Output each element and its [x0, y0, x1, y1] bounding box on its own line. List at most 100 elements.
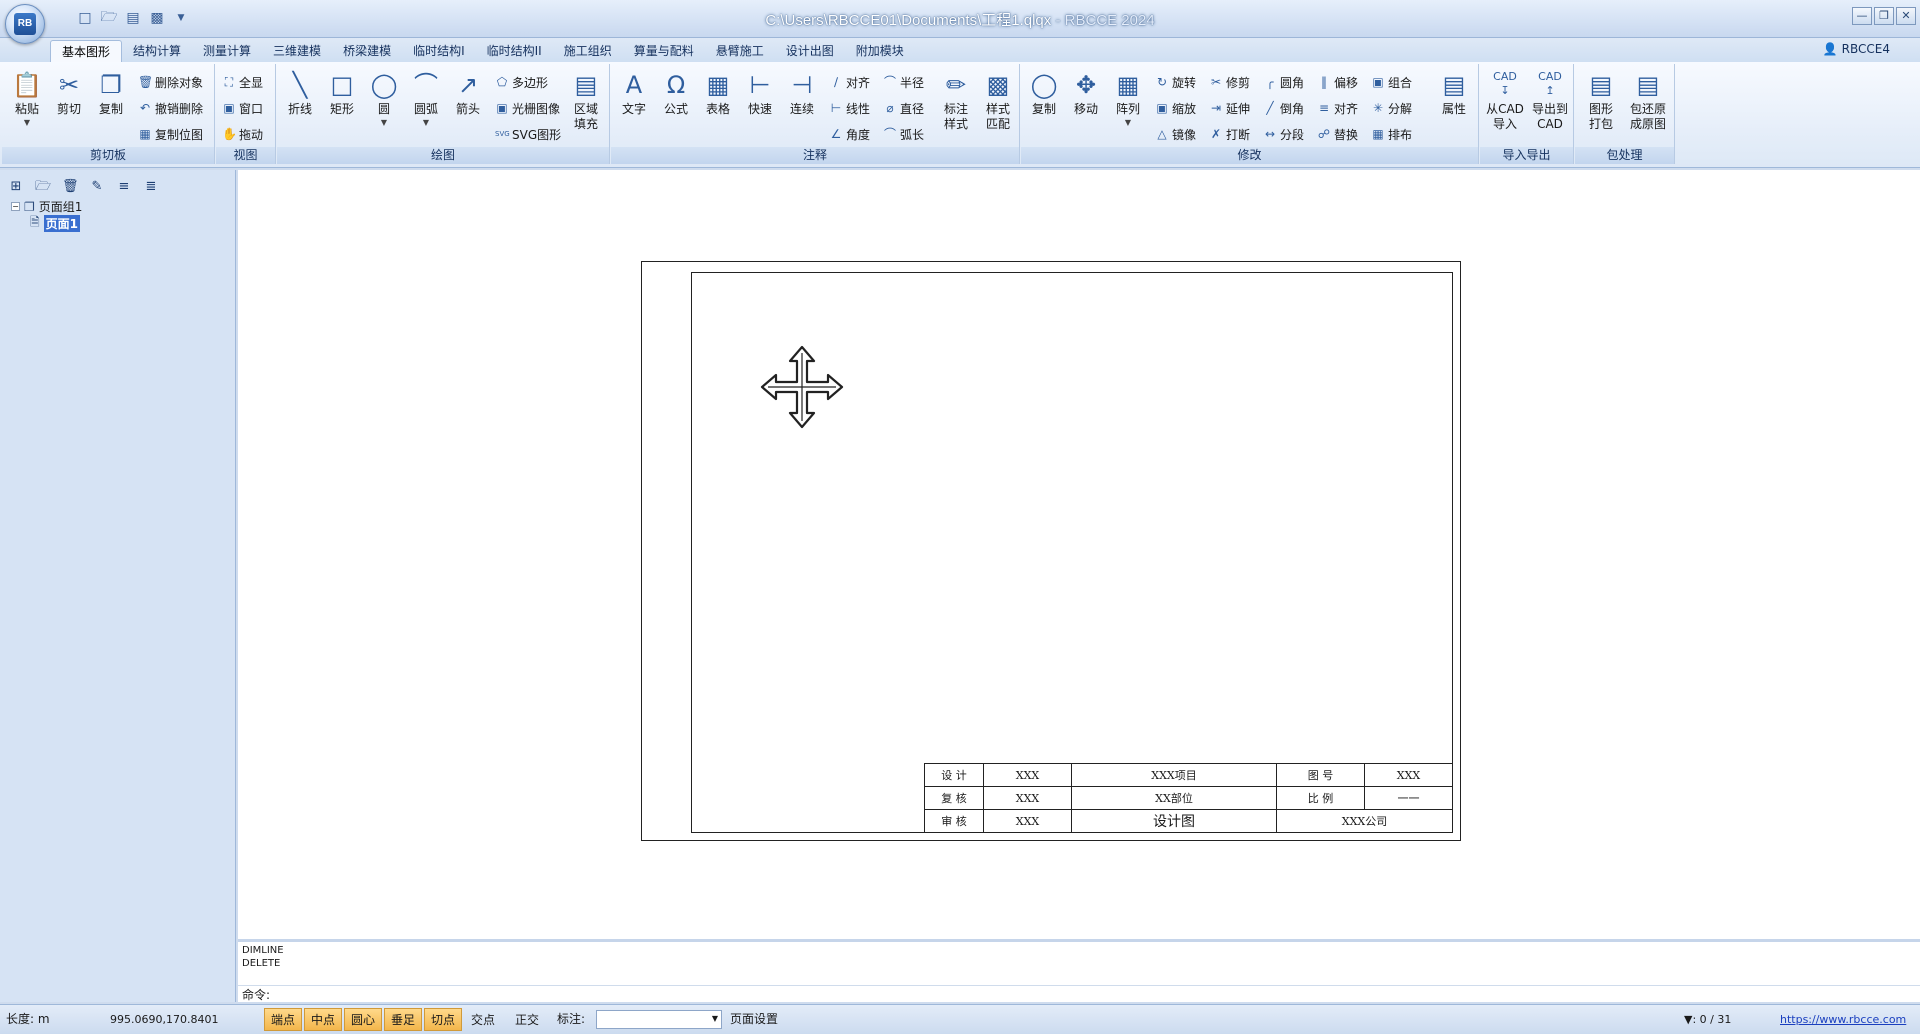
- quick-dimension-button[interactable]: ⊢ 快速: [741, 70, 779, 117]
- fillet-button[interactable]: ╭ 圆角: [1263, 72, 1304, 92]
- zoom-all-label: 全显: [239, 75, 264, 90]
- close-button[interactable]: ✕: [1896, 7, 1916, 25]
- continuous-dimension-button[interactable]: ⊣ 连续: [783, 70, 821, 117]
- hatch-fill-label-2: 填充: [573, 117, 598, 131]
- match-style-button[interactable]: ▩ 样式 匹配: [979, 70, 1017, 132]
- export-to-cad-label-2: CAD: [1537, 117, 1563, 131]
- rename-icon[interactable]: ✎: [89, 179, 105, 195]
- app-menu-button[interactable]: RB: [5, 4, 45, 44]
- minimize-button[interactable]: —: [1852, 7, 1872, 25]
- snap-intersection-toggle[interactable]: 交点: [464, 1008, 502, 1031]
- unpack-graphics-label-2: 成原图: [1629, 117, 1666, 131]
- circle-button[interactable]: ◯ 圆 ▼: [365, 70, 403, 130]
- move-down-icon[interactable]: ≣: [143, 179, 159, 195]
- raster-image-button[interactable]: ▣ 光栅图像: [495, 98, 560, 118]
- copy-bitmap-button[interactable]: ▦ 复制位图: [138, 124, 203, 144]
- tab-temp-structure-2[interactable]: 临时结构II: [476, 40, 553, 62]
- cut-button[interactable]: ✂ 剪切: [50, 70, 88, 117]
- move-up-icon[interactable]: ≡: [116, 179, 132, 195]
- tab-basic-graphics[interactable]: 基本图形: [50, 40, 123, 62]
- drawing-canvas[interactable]: 设 计 XXX XXX项目 图 号 XXX 复 核 XXX XX部位 比 例 一…: [238, 170, 1920, 939]
- add-page-icon[interactable]: ⊞: [8, 179, 24, 195]
- divide-button[interactable]: ↔ 分段: [1263, 124, 1304, 144]
- zoom-all-button[interactable]: ⛶ 全显: [222, 72, 263, 92]
- svg-graphic-button[interactable]: SVG SVG图形: [495, 124, 561, 144]
- tab-construction-org[interactable]: 施工组织: [553, 40, 623, 62]
- replace-button[interactable]: ☍ 替换: [1317, 124, 1358, 144]
- align-button[interactable]: ≡ 对齐: [1317, 98, 1358, 118]
- snap-endpoint-toggle[interactable]: 端点: [264, 1008, 302, 1031]
- pan-button[interactable]: ✋ 拖动: [222, 124, 263, 144]
- tab-quantity-material[interactable]: 算量与配料: [623, 40, 705, 62]
- scale-button[interactable]: ▣ 缩放: [1155, 98, 1196, 118]
- arrow-button[interactable]: ↗ 箭头: [449, 70, 487, 117]
- offset-button[interactable]: ‖ 偏移: [1317, 72, 1358, 92]
- move-button[interactable]: ✥ 移动: [1067, 70, 1105, 117]
- arc-length-dimension-button[interactable]: ⌒ 弧长: [883, 124, 924, 144]
- extend-button[interactable]: ⇥ 延伸: [1209, 98, 1250, 118]
- snap-tangent-toggle[interactable]: 切点: [424, 1008, 462, 1031]
- tab-design-drawing[interactable]: 设计出图: [775, 40, 845, 62]
- aligned-dimension-button[interactable]: ∕ 对齐: [829, 72, 870, 92]
- unpack-graphics-label-1: 包还原: [1629, 102, 1666, 116]
- tab-addons[interactable]: 附加模块: [845, 40, 915, 62]
- tab-survey-calc[interactable]: 测量计算: [192, 40, 262, 62]
- tab-structural-calc[interactable]: 结构计算: [122, 40, 192, 62]
- chamfer-button[interactable]: ╱ 倒角: [1263, 98, 1304, 118]
- polyline-button[interactable]: ╲ 折线: [281, 70, 319, 117]
- linear-dimension-button[interactable]: ⊢ 线性: [829, 98, 870, 118]
- formula-button[interactable]: Ω 公式: [657, 70, 695, 117]
- mirror-button[interactable]: △ 镜像: [1155, 124, 1196, 144]
- dimension-style-button[interactable]: ✏ 标注 样式: [937, 70, 975, 132]
- snap-midpoint-toggle[interactable]: 中点: [304, 1008, 342, 1031]
- page-setup-button[interactable]: 页面设置: [730, 1009, 778, 1030]
- add-group-icon[interactable]: 🗁: [35, 179, 51, 195]
- import-from-cad-button[interactable]: CAD ↧ 从CAD 导入: [1484, 70, 1526, 132]
- tree-item-page[interactable]: 🗎 页面1: [0, 215, 236, 232]
- diameter-dimension-button[interactable]: ⌀ 直径: [883, 98, 924, 118]
- collapse-toggle-icon[interactable]: −: [11, 202, 20, 211]
- trim-button[interactable]: ✂ 修剪: [1209, 72, 1250, 92]
- dimension-style-select[interactable]: ▼: [596, 1010, 722, 1029]
- snap-perpendicular-toggle[interactable]: 垂足: [384, 1008, 422, 1031]
- zoom-window-button[interactable]: ▣ 窗口: [222, 98, 263, 118]
- user-badge[interactable]: 👤 RBCCE4: [1823, 42, 1890, 56]
- group-objects-button[interactable]: ▣ 组合: [1371, 72, 1412, 92]
- arc-button[interactable]: ⌒ 圆弧 ▼: [407, 70, 445, 130]
- snap-center-toggle[interactable]: 圆心: [344, 1008, 382, 1031]
- explode-button[interactable]: ✳ 分解: [1371, 98, 1412, 118]
- tab-cantilever[interactable]: 悬臂施工: [705, 40, 775, 62]
- export-to-cad-button[interactable]: CAD ↥ 导出到 CAD: [1528, 70, 1572, 132]
- title-block-check-value: XXX: [983, 809, 1072, 833]
- paste-button[interactable]: 📋 粘贴 ▼: [8, 70, 46, 130]
- website-link[interactable]: https://www.rbcce.com: [1780, 1013, 1906, 1026]
- array-button[interactable]: ▦ 阵列 ▼: [1109, 70, 1147, 130]
- selection-filter[interactable]: ▼: 0 / 31: [1684, 1009, 1731, 1030]
- rotate-button[interactable]: ↻ 旋转: [1155, 72, 1196, 92]
- hatch-fill-button[interactable]: ▤ 区域 填充: [567, 70, 605, 132]
- polygon-button[interactable]: ⬠ 多边形: [495, 72, 548, 92]
- window-controls: — ❐ ✕: [1852, 7, 1916, 25]
- properties-button[interactable]: ▤ 属性: [1435, 70, 1473, 117]
- angle-dimension-button[interactable]: ∠ 角度: [829, 124, 870, 144]
- delete-page-icon[interactable]: 🗑: [62, 179, 79, 195]
- ortho-toggle[interactable]: 正交: [508, 1008, 546, 1031]
- unpack-graphics-button[interactable]: ▤ 包还原 成原图: [1625, 70, 1671, 132]
- tab-temp-structure-1[interactable]: 临时结构I: [402, 40, 476, 62]
- page-label: 页面1: [43, 215, 81, 232]
- arrange-button[interactable]: ▦ 排布: [1371, 124, 1412, 144]
- modify-copy-button[interactable]: ◯ 复制: [1025, 70, 1063, 117]
- text-button[interactable]: A 文字: [615, 70, 653, 117]
- undo-delete-button[interactable]: ↶ 撤销删除: [138, 98, 203, 118]
- restore-button[interactable]: ❐: [1874, 7, 1894, 25]
- delete-object-button[interactable]: 🗑 删除对象: [138, 72, 203, 92]
- copy-button[interactable]: ❐ 复制: [92, 70, 130, 117]
- table-button[interactable]: ▦ 表格: [699, 70, 737, 117]
- tab-bridge-modeling[interactable]: 桥梁建模: [332, 40, 402, 62]
- pack-graphics-button[interactable]: ▤ 图形 打包: [1581, 70, 1621, 132]
- command-input[interactable]: 命令:: [238, 985, 1920, 1003]
- rectangle-button[interactable]: □ 矩形: [323, 70, 361, 117]
- radius-dimension-button[interactable]: ⌒ 半径: [883, 72, 924, 92]
- tab-3d-modeling[interactable]: 三维建模: [262, 40, 332, 62]
- break-button[interactable]: ✗ 打断: [1209, 124, 1250, 144]
